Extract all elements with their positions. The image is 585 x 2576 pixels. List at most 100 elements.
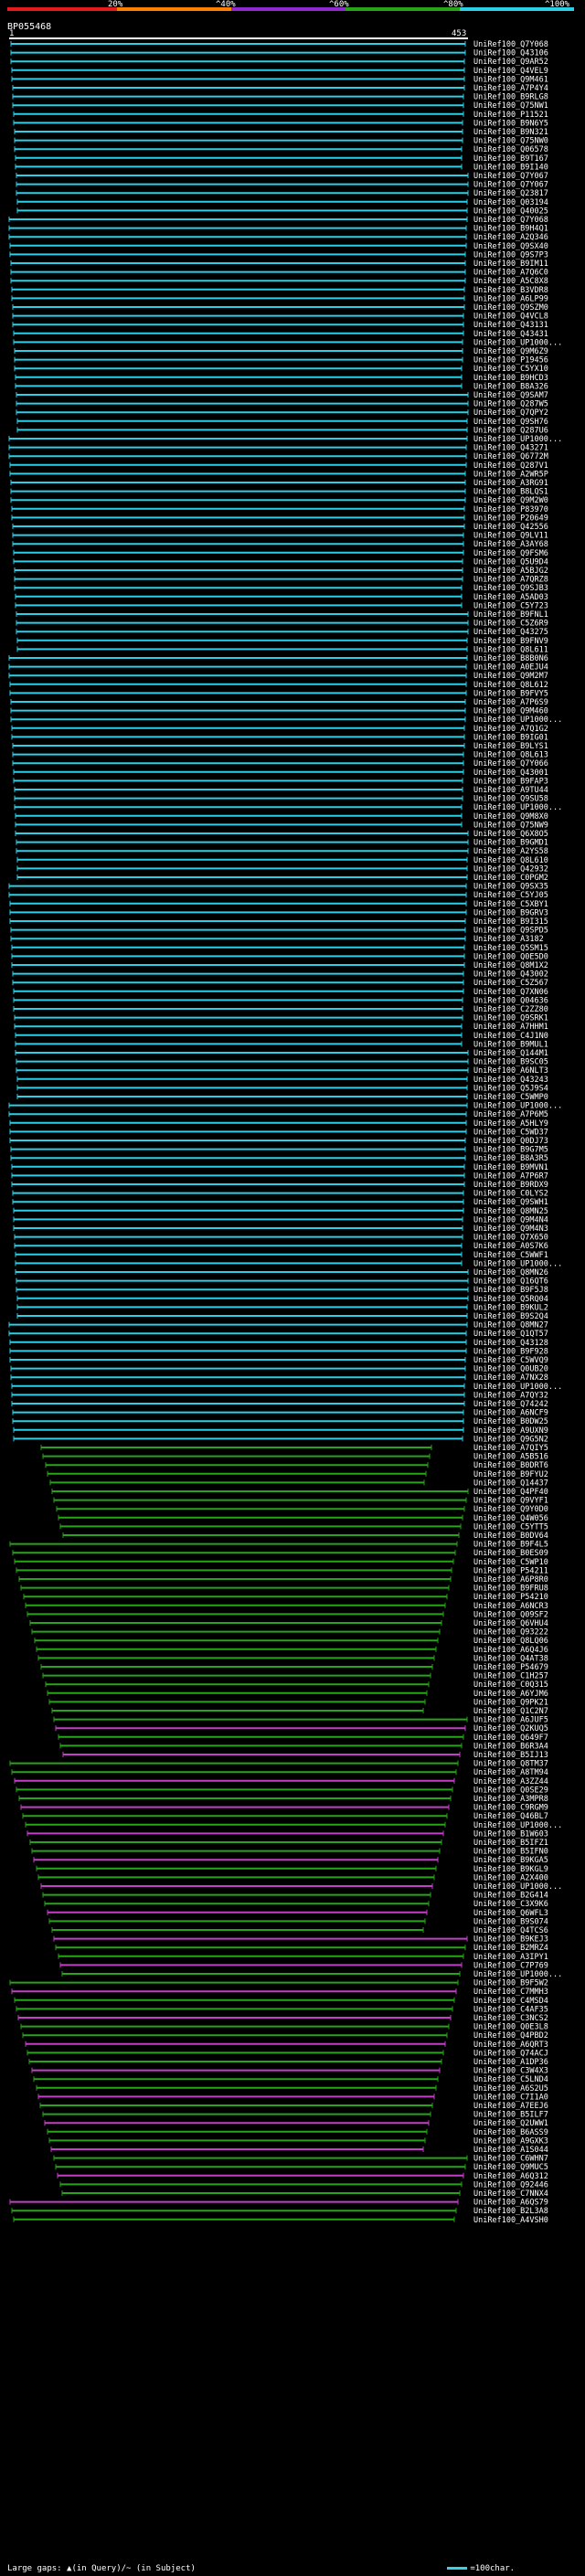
hit-label[interactable]: UniRef100_A6Q312 bbox=[473, 2172, 548, 2181]
hit-label[interactable]: UniRef100_C5Z567 bbox=[473, 979, 548, 988]
hit-label[interactable]: UniRef100_B0ES09 bbox=[473, 1549, 548, 1558]
hit-label[interactable]: UniRef100_C5WWF1 bbox=[473, 1251, 548, 1260]
hit-label[interactable]: UniRef100_B9RDX9 bbox=[473, 1181, 548, 1190]
hit-label[interactable]: UniRef100_Q8MN25 bbox=[473, 1207, 548, 1216]
hit-label[interactable]: UniRef100_Q43131 bbox=[473, 321, 548, 330]
hit-label[interactable]: UniRef100_Q6VHU4 bbox=[473, 1619, 548, 1628]
hit-label[interactable]: UniRef100_B9I315 bbox=[473, 917, 548, 927]
hit-label[interactable]: UniRef100_A3182 bbox=[473, 935, 544, 944]
hit-label[interactable]: UniRef100_Q9SRK1 bbox=[473, 1014, 548, 1023]
hit-label[interactable]: UniRef100_B9FVY5 bbox=[473, 689, 548, 698]
hit-label[interactable]: UniRef100_C0PGM2 bbox=[473, 874, 548, 883]
hit-label[interactable]: UniRef100_B0DRT6 bbox=[473, 1461, 548, 1470]
hit-label[interactable]: UniRef100_C5LND4 bbox=[473, 2075, 548, 2084]
hit-label[interactable]: UniRef100_UP1000... bbox=[473, 1259, 562, 1268]
hit-label[interactable]: UniRef100_UP1000... bbox=[473, 338, 562, 347]
hit-label[interactable]: UniRef100_P20649 bbox=[473, 514, 548, 523]
hit-label[interactable]: UniRef100_Q4VEL9 bbox=[473, 67, 548, 76]
hit-label[interactable]: UniRef100_A5BJG2 bbox=[473, 567, 548, 576]
hit-label[interactable]: UniRef100_Q4TCS6 bbox=[473, 1926, 548, 1935]
hit-label[interactable]: UniRef100_B9MUL1 bbox=[473, 1040, 548, 1049]
hit-label[interactable]: UniRef100_Q9AR52 bbox=[473, 58, 548, 67]
hit-label[interactable]: UniRef100_B2MRZ4 bbox=[473, 1944, 548, 1953]
hit-label[interactable]: UniRef100_Q75NW9 bbox=[473, 821, 548, 830]
hit-label[interactable]: UniRef100_Q7Y067 bbox=[473, 181, 548, 190]
hit-label[interactable]: UniRef100_A3IPY1 bbox=[473, 1953, 548, 1962]
hit-label[interactable]: UniRef100_Q42556 bbox=[473, 523, 548, 532]
hit-label[interactable]: UniRef100_B5IJ13 bbox=[473, 1751, 548, 1760]
hit-label[interactable]: UniRef100_Q2UWW1 bbox=[473, 2119, 548, 2128]
hit-label[interactable]: UniRef100_B9RLG8 bbox=[473, 93, 548, 102]
hit-label[interactable]: UniRef100_A6Q4J6 bbox=[473, 1646, 548, 1655]
hit-label[interactable]: UniRef100_UP1000... bbox=[473, 435, 562, 444]
hit-label[interactable]: UniRef100_Q04636 bbox=[473, 996, 548, 1005]
hit-label[interactable]: UniRef100_Q9LV11 bbox=[473, 532, 548, 541]
hit-label[interactable]: UniRef100_B9F5W2 bbox=[473, 1979, 548, 1988]
hit-label[interactable]: UniRef100_UP1000... bbox=[473, 716, 562, 725]
hit-label[interactable]: UniRef100_Q9MUC5 bbox=[473, 2163, 548, 2172]
hit-label[interactable]: UniRef100_A7QRZ8 bbox=[473, 576, 548, 585]
hit-label[interactable]: UniRef100_Q7QPY2 bbox=[473, 408, 548, 418]
hit-label[interactable]: UniRef100_C3X9K6 bbox=[473, 1900, 548, 1909]
hit-label[interactable]: UniRef100_B9I140 bbox=[473, 163, 548, 172]
hit-label[interactable]: UniRef100_A7P6R7 bbox=[473, 1171, 548, 1181]
hit-label[interactable]: UniRef100_Q16QT6 bbox=[473, 1277, 548, 1287]
hit-label[interactable]: UniRef100_A3MPR8 bbox=[473, 1795, 548, 1804]
hit-label[interactable]: UniRef100_Q03194 bbox=[473, 198, 548, 207]
hit-label[interactable]: UniRef100_Q7X650 bbox=[473, 1234, 548, 1243]
hit-label[interactable]: UniRef100_Q7Y068 bbox=[473, 40, 548, 49]
hit-label[interactable]: UniRef100_C5YJ05 bbox=[473, 891, 548, 900]
hit-label[interactable]: UniRef100_A9UXN9 bbox=[473, 1426, 548, 1436]
hit-label[interactable]: UniRef100_Q93222 bbox=[473, 1628, 548, 1638]
hit-label[interactable]: UniRef100_Q43275 bbox=[473, 628, 548, 637]
hit-label[interactable]: UniRef100_C5WMP0 bbox=[473, 1093, 548, 1102]
hit-label[interactable]: UniRef100_B9FNL1 bbox=[473, 610, 548, 620]
hit-label[interactable]: UniRef100_Q9FSM6 bbox=[473, 549, 548, 558]
hit-label[interactable]: UniRef100_Q1QT57 bbox=[473, 1330, 548, 1339]
hit-label[interactable]: UniRef100_Q8MN27 bbox=[473, 1321, 548, 1330]
hit-label[interactable]: UniRef100_Q4PF40 bbox=[473, 1488, 548, 1497]
hit-label[interactable]: UniRef100_UP1000... bbox=[473, 1821, 562, 1830]
hit-label[interactable]: UniRef100_Q0UB20 bbox=[473, 1365, 548, 1374]
hit-label[interactable]: UniRef100_A3AY68 bbox=[473, 540, 548, 549]
hit-label[interactable]: UniRef100_A6QS79 bbox=[473, 2199, 548, 2208]
hit-label[interactable]: UniRef100_A5HLY9 bbox=[473, 1119, 548, 1129]
hit-label[interactable]: UniRef100_Q6WFL3 bbox=[473, 1909, 548, 1918]
hit-label[interactable]: UniRef100_C6WHN7 bbox=[473, 2155, 548, 2164]
hit-label[interactable]: UniRef100_A0EJU4 bbox=[473, 663, 548, 673]
hit-label[interactable]: UniRef100_UP1000... bbox=[473, 1882, 562, 1892]
hit-label[interactable]: UniRef100_B9S074 bbox=[473, 1917, 548, 1926]
hit-label[interactable]: UniRef100_A6QRT3 bbox=[473, 2041, 548, 2050]
hit-label[interactable]: UniRef100_Q0DJ73 bbox=[473, 1137, 548, 1146]
hit-label[interactable]: UniRef100_Q8L613 bbox=[473, 751, 548, 760]
hit-label[interactable]: UniRef100_A7EEJ6 bbox=[473, 2102, 548, 2111]
hit-label[interactable]: UniRef100_Q14437 bbox=[473, 1479, 548, 1488]
hit-label[interactable]: UniRef100_C3W4X3 bbox=[473, 2067, 548, 2076]
hit-label[interactable]: UniRef100_B9H4Q1 bbox=[473, 225, 548, 234]
hit-label[interactable]: UniRef100_A5B516 bbox=[473, 1453, 548, 1462]
hit-label[interactable]: UniRef100_B9F928 bbox=[473, 1347, 548, 1356]
hit-label[interactable]: UniRef100_Q287V1 bbox=[473, 461, 548, 471]
hit-label[interactable]: UniRef100_B9S2Q4 bbox=[473, 1312, 548, 1321]
hit-label[interactable]: UniRef100_C2ZZ80 bbox=[473, 1005, 548, 1014]
hit-label[interactable]: UniRef100_A7HHM1 bbox=[473, 1023, 548, 1032]
hit-label[interactable]: UniRef100_Q144M1 bbox=[473, 1049, 548, 1058]
hit-label[interactable]: UniRef100_C7I1A0 bbox=[473, 2093, 548, 2102]
hit-label[interactable]: UniRef100_Q7Y067 bbox=[473, 172, 548, 181]
hit-label[interactable]: UniRef100_C5YTT5 bbox=[473, 1522, 548, 1532]
hit-label[interactable]: UniRef100_Q4PBD2 bbox=[473, 2031, 548, 2041]
hit-label[interactable]: UniRef100_C4J1N0 bbox=[473, 1032, 548, 1041]
hit-label[interactable]: UniRef100_B5IFZ1 bbox=[473, 1839, 548, 1848]
hit-label[interactable]: UniRef100_Q23817 bbox=[473, 189, 548, 198]
hit-label[interactable]: UniRef100_Q43002 bbox=[473, 970, 548, 980]
hit-label[interactable]: UniRef100_C0Q315 bbox=[473, 1680, 548, 1690]
hit-label[interactable]: UniRef100_A6NLT3 bbox=[473, 1066, 548, 1076]
hit-label[interactable]: UniRef100_Q8L610 bbox=[473, 856, 548, 865]
hit-label[interactable]: UniRef100_B9GRV3 bbox=[473, 908, 548, 917]
hit-label[interactable]: UniRef100_C7NNX4 bbox=[473, 2189, 548, 2199]
hit-label[interactable]: UniRef100_Q8L612 bbox=[473, 681, 548, 690]
hit-label[interactable]: UniRef100_B8A326 bbox=[473, 382, 548, 391]
hit-label[interactable]: UniRef100_Q0E3L8 bbox=[473, 2023, 548, 2032]
hit-label[interactable]: UniRef100_B5ILF7 bbox=[473, 2111, 548, 2120]
hit-label[interactable]: UniRef100_A5AD03 bbox=[473, 593, 548, 602]
